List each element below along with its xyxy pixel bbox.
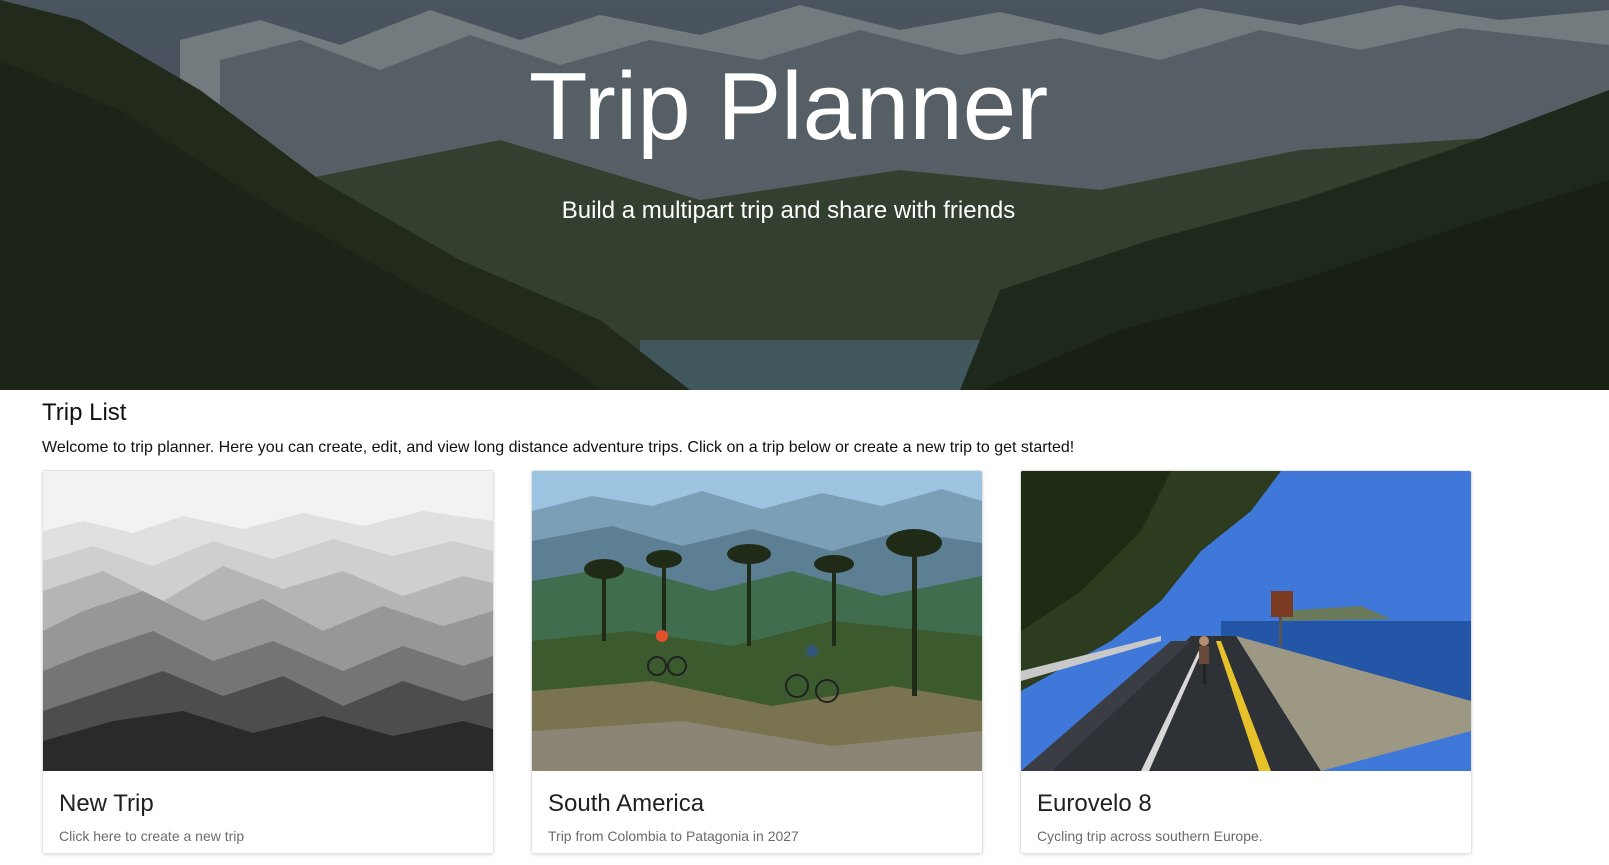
trip-card-description: Click here to create a new trip — [59, 828, 245, 844]
new-trip-image — [43, 471, 493, 771]
trip-list-description: Welcome to trip planner. Here you can cr… — [42, 439, 1075, 456]
south-america-image — [532, 471, 982, 771]
trip-card-title: Eurovelo 8 — [1037, 790, 1152, 817]
trip-card-eurovelo-8[interactable]: Eurovelo 8 Cycling trip across southern … — [1020, 470, 1472, 854]
trip-card-title: South America — [548, 790, 705, 817]
trip-card-description: Cycling trip across southern Europe. — [1037, 828, 1263, 844]
trip-card-title: New Trip — [59, 790, 154, 817]
eurovelo-8-image — [1021, 471, 1471, 771]
hero-banner: Trip Planner Build a multipart trip and … — [0, 0, 1609, 390]
trip-card-list: New Trip Click here to create a new trip — [42, 470, 1572, 860]
page-title: Trip Planner — [528, 53, 1049, 160]
page-subtitle: Build a multipart trip and share with fr… — [561, 197, 1016, 224]
trip-card-south-america[interactable]: South America Trip from Colombia to Pata… — [531, 470, 983, 854]
trip-list-heading: Trip List — [42, 399, 127, 426]
trip-card-new-trip[interactable]: New Trip Click here to create a new trip — [42, 470, 494, 854]
trip-card-description: Trip from Colombia to Patagonia in 2027 — [548, 828, 799, 844]
trip-list-section: Trip List Welcome to trip planner. Here … — [42, 390, 1572, 854]
